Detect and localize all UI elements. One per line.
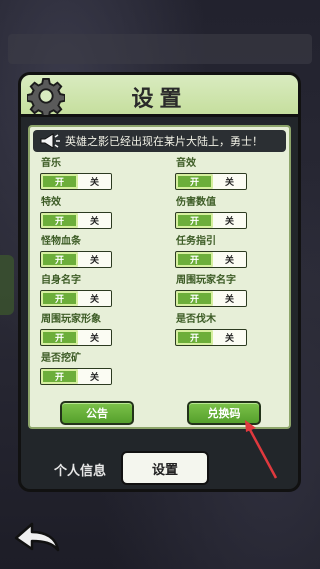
- marquee-text: 英雄之影已经出现在某片大陆上，勇士！: [65, 135, 263, 148]
- setting-sound-effects: 音效 开 关: [175, 157, 290, 197]
- setting-music: 音乐 开 关: [40, 157, 155, 197]
- toggle-on[interactable]: 开: [41, 252, 78, 267]
- redeem-code-button[interactable]: 兑换码: [187, 401, 261, 425]
- toggle-on[interactable]: 开: [41, 369, 78, 384]
- setting-label: 音效: [176, 158, 196, 169]
- setting-label: 音乐: [41, 158, 61, 169]
- sound-effects-toggle[interactable]: 开 关: [175, 173, 247, 190]
- toggle-on[interactable]: 开: [176, 291, 213, 306]
- toggle-on[interactable]: 开: [41, 291, 78, 306]
- setting-label: 周围玩家形象: [41, 314, 101, 325]
- background-decoration: [0, 255, 14, 315]
- page-title: 设置: [131, 87, 188, 112]
- setting-nearby-appearance: 周围玩家形象 开 关: [40, 313, 155, 353]
- toggle-off[interactable]: 关: [78, 174, 111, 189]
- toggle-on[interactable]: 开: [176, 252, 213, 267]
- toggle-off[interactable]: 关: [213, 252, 246, 267]
- toggle-off[interactable]: 关: [78, 330, 111, 345]
- announcement-marquee: 英雄之影已经出现在某片大陆上，勇士！: [33, 130, 286, 152]
- toggle-off[interactable]: 关: [213, 213, 246, 228]
- settings-panel: 设置 英雄之影已经出现在某片大陆上，勇士！ 音乐 开 关 音效 开 关 特效 开…: [18, 72, 301, 492]
- toggle-on[interactable]: 开: [176, 213, 213, 228]
- setting-monster-hp: 怪物血条 开 关: [40, 235, 155, 275]
- setting-nearby-names: 周围玩家名字 开 关: [175, 274, 290, 314]
- setting-quest-guide: 任务指引 开 关: [175, 235, 290, 275]
- toggle-off[interactable]: 关: [78, 252, 111, 267]
- setting-self-name: 自身名字 开 关: [40, 274, 155, 314]
- panel-header: 设置: [21, 75, 298, 117]
- settings-content: 英雄之影已经出现在某片大陆上，勇士！ 音乐 开 关 音效 开 关 特效 开 关: [28, 125, 291, 429]
- logging-toggle[interactable]: 开 关: [175, 329, 247, 346]
- background-top-bar: [8, 34, 312, 64]
- monster-hp-toggle[interactable]: 开 关: [40, 251, 112, 268]
- setting-label: 自身名字: [41, 275, 81, 286]
- back-arrow-icon[interactable]: [12, 516, 62, 556]
- toggle-on[interactable]: 开: [41, 213, 78, 228]
- setting-label: 周围玩家名字: [176, 275, 236, 286]
- setting-label: 怪物血条: [41, 236, 81, 247]
- nearby-names-toggle[interactable]: 开 关: [175, 290, 247, 307]
- tab-settings[interactable]: 设置: [121, 451, 209, 485]
- toggle-on[interactable]: 开: [176, 330, 213, 345]
- effects-toggle[interactable]: 开 关: [40, 212, 112, 229]
- setting-damage-numbers: 伤害数值 开 关: [175, 196, 290, 236]
- nearby-appearance-toggle[interactable]: 开 关: [40, 329, 112, 346]
- toggle-off[interactable]: 关: [213, 174, 246, 189]
- self-name-toggle[interactable]: 开 关: [40, 290, 112, 307]
- toggle-off[interactable]: 关: [78, 291, 111, 306]
- toggle-on[interactable]: 开: [41, 174, 78, 189]
- setting-label: 是否挖矿: [41, 353, 81, 364]
- toggle-on[interactable]: 开: [41, 330, 78, 345]
- setting-label: 是否伐木: [176, 314, 216, 325]
- announcement-button[interactable]: 公告: [60, 401, 134, 425]
- toggle-off[interactable]: 关: [78, 213, 111, 228]
- toggle-off[interactable]: 关: [78, 369, 111, 384]
- tab-personal-info[interactable]: 个人信息: [39, 453, 121, 485]
- quest-guide-toggle[interactable]: 开 关: [175, 251, 247, 268]
- damage-numbers-toggle[interactable]: 开 关: [175, 212, 247, 229]
- mining-toggle[interactable]: 开 关: [40, 368, 112, 385]
- toggle-on[interactable]: 开: [176, 174, 213, 189]
- megaphone-icon: [40, 133, 60, 149]
- setting-effects: 特效 开 关: [40, 196, 155, 236]
- setting-mining: 是否挖矿 开 关: [40, 352, 155, 392]
- setting-logging: 是否伐木 开 关: [175, 313, 290, 353]
- toggle-off[interactable]: 关: [213, 291, 246, 306]
- music-toggle[interactable]: 开 关: [40, 173, 112, 190]
- setting-label: 伤害数值: [176, 197, 216, 208]
- setting-label: 特效: [41, 197, 61, 208]
- toggle-off[interactable]: 关: [213, 330, 246, 345]
- setting-label: 任务指引: [176, 236, 216, 247]
